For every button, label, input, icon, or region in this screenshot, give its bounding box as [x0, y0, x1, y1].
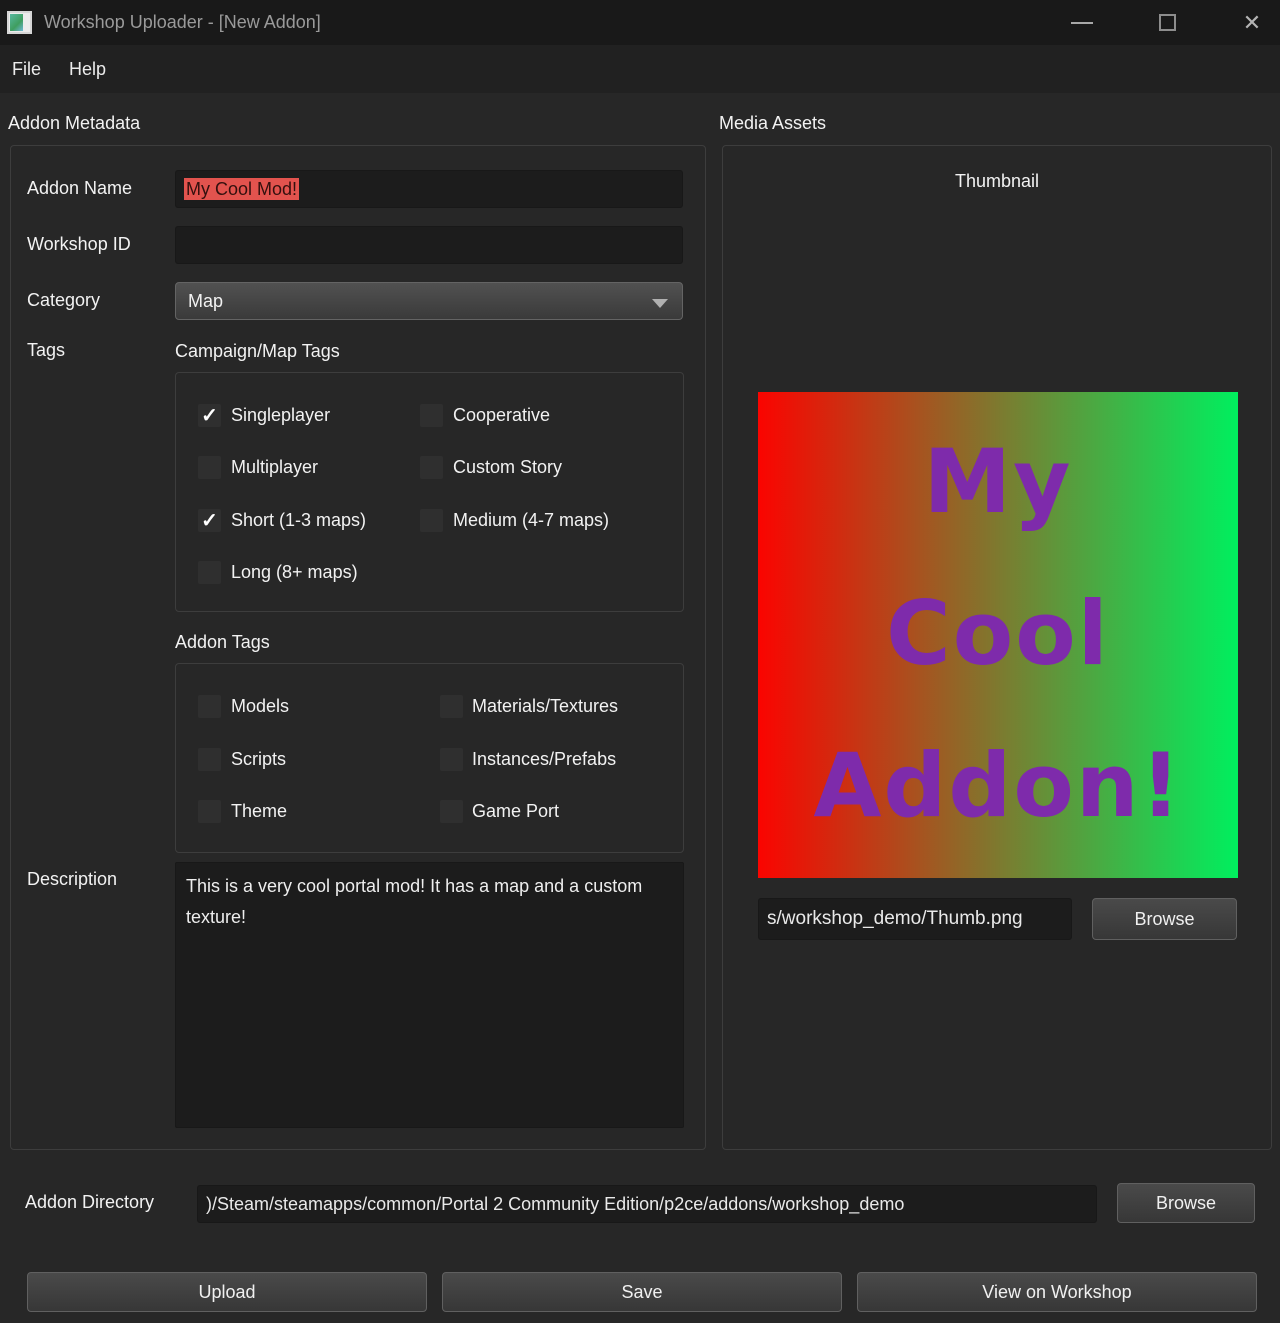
- close-icon: ✕: [1243, 12, 1261, 34]
- checkbox-custom-story-label: Custom Story: [453, 456, 562, 479]
- checkbox-medium[interactable]: ✓: [420, 509, 443, 532]
- addon-name-label: Addon Name: [27, 178, 132, 199]
- checkbox-theme[interactable]: ✓: [198, 800, 221, 823]
- checkbox-singleplayer[interactable]: ✓: [198, 404, 221, 427]
- checkbox-materials[interactable]: ✓: [440, 695, 463, 718]
- window-title: Workshop Uploader - [New Addon]: [44, 0, 321, 45]
- checkbox-theme-label: Theme: [231, 800, 287, 823]
- minimize-icon: [1071, 22, 1093, 24]
- checkbox-singleplayer-label: Singleplayer: [231, 404, 330, 427]
- minimize-button[interactable]: [1060, 0, 1104, 45]
- menu-help[interactable]: Help: [55, 45, 120, 93]
- thumbnail-image: My Cool Addon!: [758, 392, 1238, 878]
- checkbox-scripts-label: Scripts: [231, 748, 286, 771]
- checkbox-custom-story[interactable]: ✓: [420, 456, 443, 479]
- app-icon: [7, 11, 32, 34]
- title-bar: Workshop Uploader - [New Addon] ✕: [0, 0, 1280, 45]
- thumbnail-path-input[interactable]: s/workshop_demo/Thumb.png: [758, 898, 1072, 940]
- checkbox-cooperative-label: Cooperative: [453, 404, 550, 427]
- view-on-workshop-button[interactable]: View on Workshop: [857, 1272, 1257, 1312]
- dropdown-arrow-icon: [652, 299, 668, 308]
- checkbox-scripts[interactable]: ✓: [198, 748, 221, 771]
- checkbox-short-label: Short (1-3 maps): [231, 509, 366, 532]
- menu-file[interactable]: File: [0, 45, 55, 93]
- checkbox-long-label: Long (8+ maps): [231, 561, 358, 584]
- save-button[interactable]: Save: [442, 1272, 842, 1312]
- description-label: Description: [27, 869, 117, 890]
- checkbox-long[interactable]: ✓: [198, 561, 221, 584]
- checkbox-multiplayer[interactable]: ✓: [198, 456, 221, 479]
- media-assets-title: Media Assets: [719, 113, 826, 134]
- addon-metadata-title: Addon Metadata: [8, 113, 140, 134]
- addon-directory-label: Addon Directory: [25, 1192, 154, 1213]
- checkbox-models-label: Models: [231, 695, 289, 718]
- checkbox-multiplayer-label: Multiplayer: [231, 456, 318, 479]
- category-select[interactable]: Map: [175, 282, 683, 320]
- menu-bar: File Help: [0, 45, 1280, 93]
- checkbox-game-port[interactable]: ✓: [440, 800, 463, 823]
- category-label: Category: [27, 290, 100, 311]
- workshop-id-input[interactable]: [175, 226, 683, 264]
- check-icon: ✓: [201, 406, 218, 426]
- addon-name-input[interactable]: My Cool Mod!: [175, 170, 683, 208]
- addon-directory-input[interactable]: )/Steam/steamapps/common/Portal 2 Commun…: [197, 1185, 1097, 1223]
- checkbox-instances-label: Instances/Prefabs: [472, 748, 616, 771]
- thumbnail-browse-button[interactable]: Browse: [1092, 898, 1237, 940]
- checkbox-game-port-label: Game Port: [472, 800, 559, 823]
- category-value: Map: [188, 291, 223, 311]
- check-icon: ✓: [201, 511, 218, 531]
- checkbox-medium-label: Medium (4-7 maps): [453, 509, 609, 532]
- thumbnail-text-line-3: Addon!: [813, 734, 1182, 838]
- checkbox-instances[interactable]: ✓: [440, 748, 463, 771]
- checkbox-models[interactable]: ✓: [198, 695, 221, 718]
- thumbnail-text-line-1: My: [924, 430, 1073, 534]
- workshop-id-label: Workshop ID: [27, 234, 131, 255]
- upload-button[interactable]: Upload: [27, 1272, 427, 1312]
- close-button[interactable]: ✕: [1230, 0, 1274, 45]
- campaign-tags-title: Campaign/Map Tags: [175, 341, 340, 362]
- tags-label: Tags: [27, 340, 65, 361]
- addon-tags-title: Addon Tags: [175, 632, 270, 653]
- description-input[interactable]: This is a very cool portal mod! It has a…: [175, 862, 684, 1128]
- checkbox-short[interactable]: ✓: [198, 509, 221, 532]
- checkbox-materials-label: Materials/Textures: [472, 695, 618, 718]
- thumbnail-label: Thumbnail: [722, 171, 1272, 192]
- addon-name-selected-text: My Cool Mod!: [184, 178, 299, 200]
- app-icon-image: [10, 14, 23, 31]
- maximize-button[interactable]: [1145, 0, 1189, 45]
- maximize-icon: [1159, 14, 1176, 31]
- thumbnail-text-line-2: Cool: [886, 582, 1110, 686]
- addon-directory-browse-button[interactable]: Browse: [1117, 1183, 1255, 1223]
- checkbox-cooperative[interactable]: ✓: [420, 404, 443, 427]
